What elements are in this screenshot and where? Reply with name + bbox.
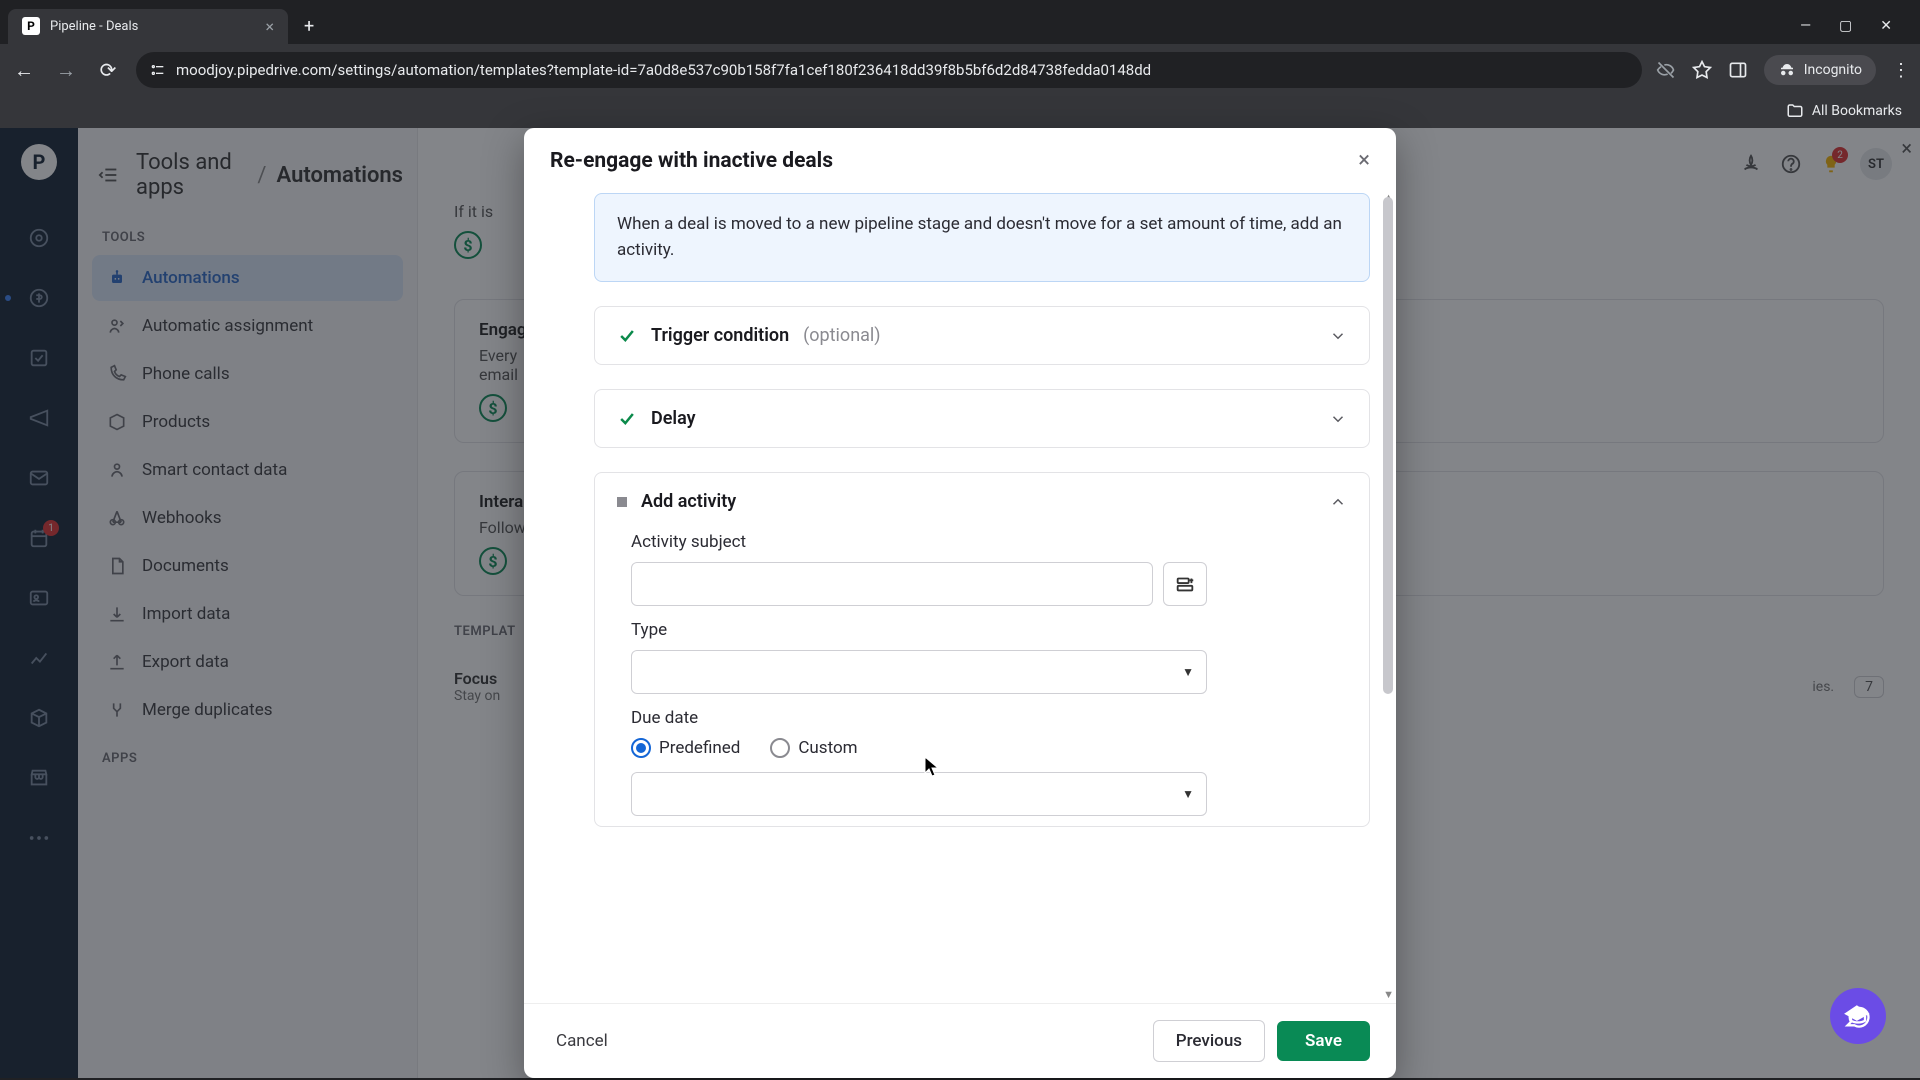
scrollbar-thumb[interactable] (1383, 197, 1393, 694)
all-bookmarks-button[interactable]: All Bookmarks (1786, 102, 1902, 120)
eye-off-icon[interactable] (1656, 60, 1676, 80)
automation-modal: Re-engage with inactive deals × When a d… (524, 128, 1396, 1078)
step-trigger-condition[interactable]: Trigger condition (optional) (594, 306, 1370, 365)
incognito-icon (1778, 61, 1796, 79)
modal-body: When a deal is moved to a new pipeline s… (524, 189, 1396, 1003)
scroll-down-icon[interactable]: ▼ (1383, 988, 1394, 1001)
tab-bar: P Pipeline - Deals × + — ▢ ✕ (0, 0, 1920, 44)
radio-custom[interactable]: Custom (770, 738, 857, 758)
url-field[interactable]: moodjoy.pipedrive.com/settings/automatio… (136, 52, 1642, 88)
chevron-down-icon (1329, 327, 1347, 345)
modal-header: Re-engage with inactive deals × (524, 128, 1396, 189)
insert-field-button[interactable] (1163, 562, 1207, 606)
tab-close-icon[interactable]: × (265, 17, 274, 36)
due-date-select[interactable]: ▼ (631, 772, 1207, 816)
radio-predefined[interactable]: Predefined (631, 738, 740, 758)
reload-button[interactable]: ⟳ (94, 56, 122, 84)
bookmark-star-icon[interactable] (1692, 60, 1712, 80)
chevron-down-icon (1329, 410, 1347, 428)
check-icon (617, 326, 637, 346)
tab-title: Pipeline - Deals (50, 19, 138, 34)
label-type: Type (631, 620, 1369, 640)
step-add-activity: Add activity Activity subject Type ▼ (594, 472, 1370, 827)
step-delay[interactable]: Delay (594, 389, 1370, 448)
back-button[interactable]: ← (10, 56, 38, 84)
save-button[interactable]: Save (1277, 1021, 1370, 1061)
modal-close-icon[interactable]: × (1358, 148, 1370, 173)
modal-footer: Cancel Previous Save (524, 1003, 1396, 1078)
new-tab-button[interactable]: + (296, 12, 322, 41)
label-due-date: Due date (631, 708, 1369, 728)
caret-down-icon: ▼ (1182, 787, 1194, 801)
incognito-label: Incognito (1804, 62, 1862, 78)
chrome-menu-icon[interactable]: ⋮ (1892, 60, 1910, 81)
automation-description: When a deal is moved to a new pipeline s… (594, 193, 1370, 282)
window-controls: — ▢ ✕ (1800, 18, 1912, 34)
bookmarks-bar: All Bookmarks (0, 96, 1920, 128)
folder-icon (1786, 102, 1804, 120)
browser-chrome: P Pipeline - Deals × + — ▢ ✕ ← → ⟳ moodj… (0, 0, 1920, 128)
chevron-up-icon (1329, 493, 1347, 511)
caret-down-icon: ▼ (1182, 665, 1194, 679)
maximize-icon[interactable]: ▢ (1839, 18, 1852, 34)
site-settings-icon[interactable] (150, 62, 166, 78)
modal-scrollbar[interactable]: ▲ ▼ (1382, 195, 1394, 997)
activity-subject-input[interactable] (631, 562, 1153, 606)
url-text: moodjoy.pipedrive.com/settings/automatio… (176, 61, 1151, 79)
help-fab[interactable] (1830, 988, 1886, 1044)
close-window-icon[interactable]: ✕ (1880, 18, 1892, 34)
incognito-badge[interactable]: Incognito (1764, 55, 1876, 85)
check-icon (617, 409, 637, 429)
minimize-icon[interactable]: — (1800, 18, 1811, 34)
address-bar: ← → ⟳ moodjoy.pipedrive.com/settings/aut… (0, 44, 1920, 96)
type-select[interactable]: ▼ (631, 650, 1207, 694)
tab-favicon: P (22, 17, 40, 35)
cancel-button[interactable]: Cancel (550, 1023, 614, 1059)
browser-tab[interactable]: P Pipeline - Deals × (8, 9, 288, 44)
label-activity-subject: Activity subject (631, 532, 1369, 552)
step-add-activity-header[interactable]: Add activity (595, 473, 1369, 518)
forward-button[interactable]: → (52, 56, 80, 84)
modal-title: Re-engage with inactive deals (550, 149, 833, 173)
square-bullet-icon (617, 497, 627, 507)
mouse-cursor (924, 756, 940, 778)
previous-button[interactable]: Previous (1153, 1020, 1265, 1062)
side-panel-icon[interactable] (1728, 60, 1748, 80)
